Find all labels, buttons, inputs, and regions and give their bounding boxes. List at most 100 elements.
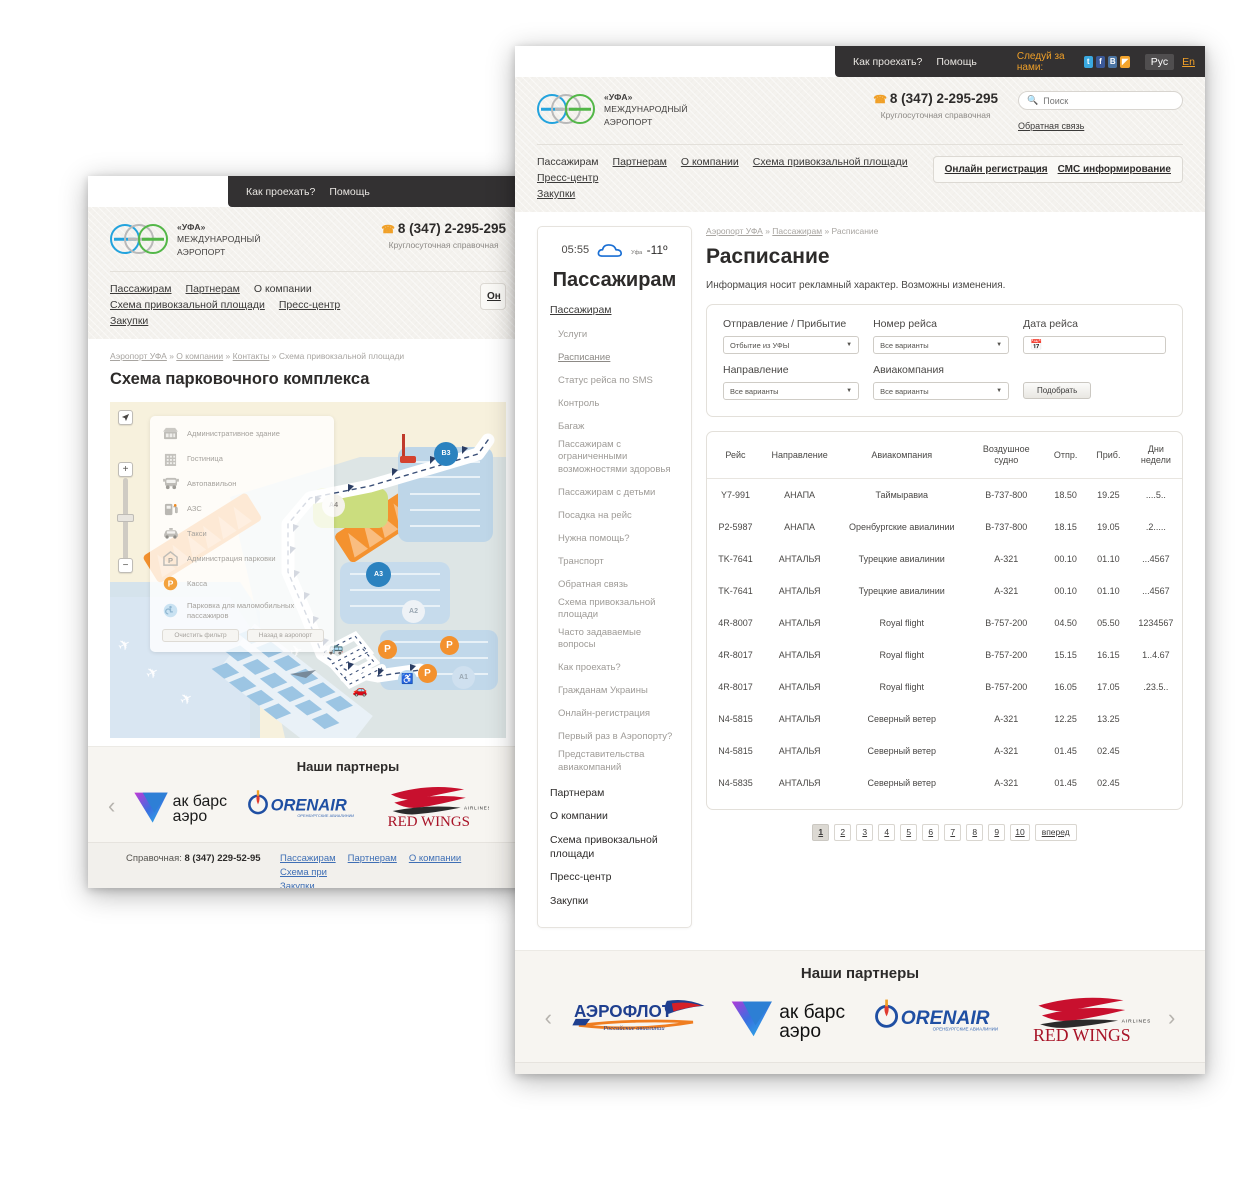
select-direction-type[interactable]: Отбытие из УФЫ ▼	[723, 336, 860, 354]
select-flight-no[interactable]: Все варианты ▼	[873, 336, 1010, 354]
page-button-9[interactable]: 9	[988, 823, 1006, 841]
background-browser-window[interactable]: Как проехать? Помощь «УФА» МЕЖДУНАРОДНЫЙ…	[88, 176, 528, 888]
map-marker-parking-3[interactable]: P	[440, 635, 459, 655]
map-zoom-in-button[interactable]: +	[118, 461, 133, 477]
clear-filter-button[interactable]: Очистить фильтр	[162, 629, 239, 643]
sidebar-sub-11[interactable]: Схема привокзальной площади	[558, 597, 679, 622]
select-airline[interactable]: Все варианты ▼	[873, 382, 1010, 400]
sidebar-sub-10[interactable]: Обратная связь	[558, 579, 628, 591]
page-next-button[interactable]: вперед	[1034, 823, 1077, 841]
page-button-8[interactable]: 8	[966, 823, 984, 841]
back-footer-link-4[interactable]: Закупки	[280, 881, 490, 888]
sidebar-sub-12[interactable]: Часто задаваемые вопросы	[558, 627, 679, 652]
table-row[interactable]: 4R-8017 АНТАЛЬЯ Royal flight B-757-200 1…	[707, 671, 1182, 703]
vk-icon[interactable]: B	[1108, 55, 1118, 68]
map-marker-parking-1[interactable]: P	[378, 639, 397, 659]
back-footer-link-3[interactable]: Схема при	[280, 867, 327, 878]
akbars-aero-logo-back[interactable]: ак барс аэро	[131, 784, 231, 828]
back-nav-item-2[interactable]: О компании	[254, 283, 312, 295]
page-button-7[interactable]: 7	[944, 823, 962, 841]
partners-prev-arrow-back[interactable]: ‹	[108, 794, 115, 817]
table-row[interactable]: TK-7641 АНТАЛЬЯ Турецкие авиалинии A-321…	[707, 575, 1182, 607]
orenair-logo[interactable]: ORENAIR ОРЕНБУРГСКИЕ АВИАЛИНИИ	[874, 992, 1008, 1044]
legend-item-parking-admin[interactable]: P Администрация парковки	[162, 551, 324, 567]
submit-filter-button[interactable]: Подобрать	[1023, 382, 1092, 399]
sidebar-item-passengers[interactable]: Пассажирам	[550, 304, 679, 316]
feedback-link[interactable]: Обратная связь	[1018, 121, 1183, 131]
parking-map[interactable]: ✈ ✈ ✈ ✈ ✈ B3 A4 A3 A2 A1 P P P ♿ 🚌 🚗 + −	[110, 401, 506, 738]
map-locate-button[interactable]	[118, 409, 133, 425]
sidebar-sub-5[interactable]: Пассажирам с ограниченными возможностями…	[558, 439, 679, 476]
rss-icon[interactable]: ◤	[1120, 55, 1130, 68]
sidebar-sub-6[interactable]: Пассажирам с детьми	[558, 487, 655, 499]
legend-item-cashdesk[interactable]: P Касса	[162, 576, 324, 592]
sms-info-link[interactable]: СМС информирование	[1058, 164, 1171, 175]
input-flight-date[interactable]: 📅	[1023, 336, 1166, 354]
back-nav-item-5[interactable]: Закупки	[110, 315, 440, 327]
back-crumb-2[interactable]: Контакты	[233, 351, 270, 361]
map-legend-panel[interactable]: Административное здание Гостиница Автопа…	[150, 415, 334, 653]
back-registration-box[interactable]: Он	[480, 282, 506, 310]
foreground-browser-window[interactable]: Как проехать? Помощь Следуй за нами: t f…	[515, 46, 1205, 1074]
table-row[interactable]: N4-5835 АНТАЛЬЯ Северный ветер A-321 01.…	[707, 767, 1182, 799]
sidebar-sub-3[interactable]: Контроль	[558, 398, 599, 410]
legend-item-hotel[interactable]: Гостиница	[162, 451, 324, 467]
page-button-5[interactable]: 5	[900, 823, 918, 841]
back-how-to-get-link[interactable]: Как проехать?	[246, 186, 315, 198]
sidebar-item-terminal-map[interactable]: Схема привокзальной площади	[550, 834, 679, 861]
table-row[interactable]: 4R-8017 АНТАЛЬЯ Royal flight B-757-200 1…	[707, 639, 1182, 671]
sidebar-sub-4[interactable]: Багаж	[558, 421, 584, 433]
map-marker-a3[interactable]: A3	[366, 561, 391, 587]
back-crumb-1[interactable]: О компании	[176, 351, 223, 361]
sidebar-item-about[interactable]: О компании	[550, 810, 679, 824]
partners-prev-arrow[interactable]: ‹	[545, 1006, 552, 1029]
nav-item-about[interactable]: О компании	[681, 156, 739, 168]
select-destination[interactable]: Все варианты ▼	[723, 382, 860, 400]
page-button-4[interactable]: 4	[878, 823, 896, 841]
table-row[interactable]: Y7-991 АНАПА Таймыравиа B-737-800 18.50 …	[707, 478, 1182, 511]
page-button-10[interactable]: 10	[1010, 823, 1030, 841]
back-nav-item-4[interactable]: Пресс-центр	[279, 299, 340, 311]
nav-item-passengers[interactable]: Пассажирам	[537, 156, 599, 168]
map-marker-taxi[interactable]: 🚗	[350, 680, 370, 700]
table-row[interactable]: 4R-8007 АНТАЛЬЯ Royal flight B-757-200 0…	[707, 607, 1182, 639]
sidebar-sub-2[interactable]: Статус рейса по SMS	[558, 375, 653, 387]
breadcrumb-0[interactable]: Аэропорт УФА	[706, 226, 763, 236]
breadcrumb-1[interactable]: Пассажирам	[772, 226, 822, 236]
redwings-logo-back[interactable]: RED WINGS AIRLINES	[381, 784, 489, 828]
page-button-1[interactable]: 1	[812, 823, 830, 841]
page-button-3[interactable]: 3	[856, 823, 874, 841]
search-input[interactable]	[1043, 95, 1174, 106]
sidebar-sub-0[interactable]: Услуги	[558, 329, 587, 341]
akbars-aero-logo[interactable]: ак барс аэро	[728, 992, 856, 1044]
back-phone[interactable]: ☎ 8 (347) 2-295-295	[381, 221, 506, 236]
online-registration-link[interactable]: Онлайн регистрация	[945, 164, 1048, 175]
twitter-icon[interactable]: t	[1083, 55, 1093, 68]
legend-item-bus-pavilion[interactable]: Автопавильон	[162, 476, 324, 492]
lang-ru-button[interactable]: Рус	[1144, 53, 1175, 70]
sidebar-item-press[interactable]: Пресс-центр	[550, 871, 679, 885]
table-row[interactable]: TK-7641 АНТАЛЬЯ Турецкие авиалинии A-321…	[707, 543, 1182, 575]
table-row[interactable]: P2-5987 АНАПА Оренбургские авиалинии B-7…	[707, 511, 1182, 543]
site-logo[interactable]: «УФА» МЕЖДУНАРОДНЫЙ АЭРОПОРТ	[537, 91, 688, 128]
map-marker-parking-2[interactable]: P	[418, 663, 437, 683]
map-zoom-out-button[interactable]: −	[118, 557, 133, 573]
nav-item-partners[interactable]: Партнерам	[613, 156, 667, 168]
sidebar-sub-17[interactable]: Представительства авиакомпаний	[558, 749, 679, 774]
map-marker-accessible[interactable]: ♿	[398, 669, 417, 689]
orenair-logo-back[interactable]: ORENAIR ОРЕНБУРГСКИЕ АВИАЛИНИИ	[247, 784, 365, 828]
sidebar-sub-13[interactable]: Как проехать?	[558, 662, 621, 674]
back-help-link[interactable]: Помощь	[329, 186, 370, 198]
redwings-logo[interactable]: RED WINGS AIRLINES	[1026, 992, 1150, 1044]
map-marker-b3[interactable]: B3	[434, 441, 458, 466]
facebook-icon[interactable]: f	[1095, 55, 1106, 68]
legend-item-administrative-building[interactable]: Административное здание	[162, 426, 324, 442]
back-logo[interactable]: «УФА» МЕЖДУНАРОДНЫЙ АЭРОПОРТ	[110, 221, 261, 258]
back-footer-link-0[interactable]: Пассажирам	[280, 853, 336, 864]
partners-next-arrow[interactable]: ›	[1168, 1006, 1175, 1029]
page-button-6[interactable]: 6	[922, 823, 940, 841]
search-box[interactable]: 🔍	[1018, 91, 1183, 110]
legend-item-gas-station[interactable]: АЗС	[162, 501, 324, 517]
map-zoom-track[interactable]	[123, 477, 128, 566]
back-online-registration-link[interactable]: Он	[487, 291, 501, 302]
